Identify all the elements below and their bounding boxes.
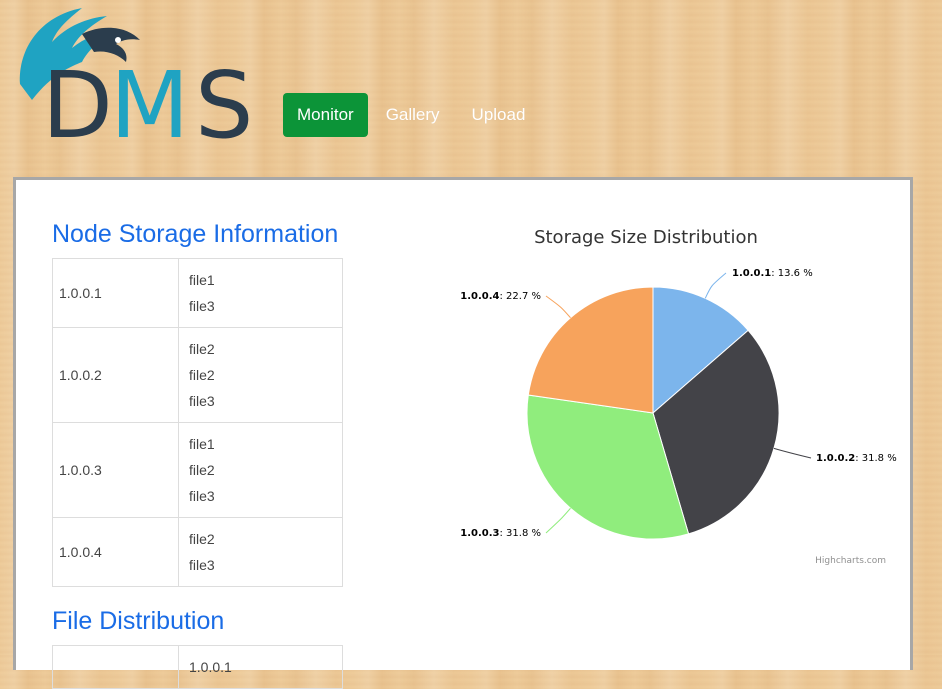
pie-chart-svg: Storage Size Distribution 1.0.0.1: 13.6 …: [460, 227, 897, 566]
nav-monitor[interactable]: Monitor: [283, 93, 368, 137]
file-name: file2: [189, 531, 215, 547]
connector-line: [773, 447, 812, 459]
table-row: 1.0.0.4 file2 file3: [52, 517, 343, 587]
table-row: 1.0.0.3 file1 file2 file3: [52, 422, 343, 518]
file-name: file1: [189, 436, 215, 452]
table-cell: [52, 645, 179, 689]
data-label: 1.0.0.3: 31.8 %: [460, 528, 541, 539]
file-distribution-title: File Distribution: [52, 607, 225, 635]
file-name: file1: [189, 272, 215, 288]
file-name: file2: [189, 341, 215, 357]
nav-upload[interactable]: Upload: [458, 93, 540, 137]
table-row: 1.0.0.1 file1 file3: [52, 258, 343, 328]
file-name: file3: [189, 557, 215, 573]
node-storage-title: Node Storage Information: [52, 220, 339, 248]
svg-text:D: D: [42, 52, 109, 146]
file-distribution-table: 1.0.0.1: [52, 645, 343, 689]
file-name: file3: [189, 488, 215, 504]
eagle-logo-icon: D M S: [19, 8, 253, 159]
file-name: file2: [189, 367, 215, 383]
table-cell: 1.0.0.1: [178, 645, 343, 689]
node-files: file2 file3: [178, 517, 343, 587]
nav-gallery[interactable]: Gallery: [372, 93, 454, 137]
connector-line: [545, 295, 571, 319]
storage-pie-chart: Storage Size Distribution 1.0.0.1: 13.6 …: [431, 210, 905, 570]
connector-line: [545, 507, 571, 534]
file-name: 1.0.0.1: [189, 659, 232, 675]
pie-slice-1-0-0-4[interactable]: [527, 286, 654, 414]
dms-logo: D M S: [12, 4, 257, 159]
file-name: file2: [189, 462, 215, 478]
chart-title: Storage Size Distribution: [534, 227, 758, 248]
node-address: 1.0.0.4: [52, 517, 179, 587]
chart-credit[interactable]: Highcharts.com: [815, 556, 886, 566]
node-files: file2 file2 file3: [178, 327, 343, 423]
svg-text:M: M: [110, 52, 185, 146]
node-address: 1.0.0.3: [52, 422, 179, 518]
table-row: 1.0.0.1: [52, 645, 343, 689]
file-name: file3: [189, 298, 215, 314]
data-label: 1.0.0.4: 22.7 %: [460, 291, 541, 302]
left-column: Node Storage Information 1.0.0.1 file1 fil…: [52, 220, 352, 689]
node-files: file1 file3: [178, 258, 343, 328]
file-name: file3: [189, 393, 215, 409]
node-address: 1.0.0.2: [52, 327, 179, 423]
content-panel: Node Storage Information 1.0.0.1 file1 fil…: [13, 177, 913, 689]
svg-text:S: S: [195, 52, 253, 146]
node-address: 1.0.0.1: [52, 258, 179, 328]
connector-line: [704, 272, 727, 299]
node-storage-table: 1.0.0.1 file1 file3 1.0.0.2 file2 file2 file3 1…: [52, 258, 343, 587]
data-label: 1.0.0.1: 13.6 %: [732, 268, 813, 279]
data-label: 1.0.0.2: 31.8 %: [816, 453, 897, 464]
node-files: file1 file2 file3: [178, 422, 343, 518]
table-row: 1.0.0.2 file2 file2 file3: [52, 327, 343, 423]
main-nav: Monitor Gallery Upload: [283, 93, 543, 137]
